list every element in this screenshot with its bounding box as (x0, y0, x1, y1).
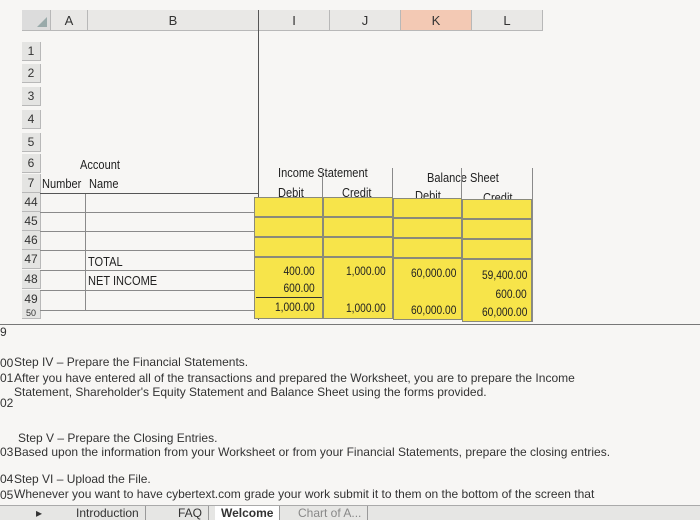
row-header-7[interactable]: 7 (22, 174, 41, 193)
grid-line (40, 212, 258, 213)
input-cell[interactable] (254, 237, 323, 257)
col-header-i[interactable]: I (259, 10, 330, 31)
row-header-47[interactable]: 47 (22, 250, 41, 269)
tab-introduction[interactable]: Introduction (70, 506, 146, 520)
sum-bs-credit: 60,000.00 (481, 305, 527, 319)
row-header-46[interactable]: 46 (22, 231, 41, 250)
row-number: 9 (0, 325, 7, 339)
total-is-credit: 1,000.00 (346, 264, 386, 278)
sum-line (256, 297, 322, 298)
input-cell[interactable] (393, 238, 462, 258)
balance-sheet-header: Balance Sheet (427, 170, 499, 185)
grid-line (40, 290, 258, 291)
total-label: TOTAL (88, 254, 123, 269)
row-header-6[interactable]: 6 (22, 154, 41, 173)
net-income-label: NET INCOME (88, 273, 158, 288)
sum-is-credit: 1,000.00 (346, 301, 386, 315)
row-header-49[interactable]: 49 (22, 290, 41, 309)
sum-bs-debit: 60,000.00 (410, 303, 456, 317)
input-cell[interactable] (254, 197, 323, 217)
total-bs-credit: 59,400.00 (481, 268, 527, 282)
col-header-b[interactable]: B (88, 10, 259, 31)
input-cell[interactable] (323, 237, 393, 257)
spreadsheet: A B I J K L 1 2 3 4 5 6 7 44 45 46 47 48… (0, 0, 700, 519)
step6-title: Step VI – Upload the File. (14, 472, 151, 486)
row-header-4[interactable]: 4 (22, 110, 41, 129)
row-header-44[interactable]: 44 (22, 193, 41, 212)
grid-line (0, 324, 700, 325)
step4-title: Step IV – Prepare the Financial Statemen… (14, 355, 249, 369)
sheet-tab-bar: ▸ Introduction FAQ Welcome Chart of A... (0, 505, 700, 520)
tab-chart-of-accounts[interactable]: Chart of A... (292, 506, 369, 520)
scroll-tabs-icon[interactable]: ▸ (30, 506, 48, 520)
total-is-debit: 400.00 (283, 264, 315, 278)
row-number: 02 (0, 396, 14, 410)
step6-line1: Whenever you want to have cybertext.com … (14, 487, 595, 501)
sum-is-debit: 1,000.00 (275, 300, 315, 314)
total-bs-debit: 60,000.00 (410, 266, 456, 280)
row-number: 05 (0, 488, 14, 502)
name-header: Name (89, 176, 119, 191)
ni-bs-credit: 600.00 (495, 287, 527, 301)
tab-welcome[interactable]: Welcome (215, 506, 281, 520)
col-header-j[interactable]: J (330, 10, 401, 31)
row-number: 01 (0, 371, 14, 385)
select-all-corner[interactable] (22, 10, 51, 31)
row-header-5[interactable]: 5 (22, 133, 41, 152)
step5-title: Step V – Prepare the Closing Entries. (18, 431, 218, 445)
grid-line (85, 193, 86, 311)
col-header-k[interactable]: K (401, 10, 472, 31)
step4-line1: After you have entered all of the transa… (14, 371, 575, 385)
input-cell[interactable] (462, 199, 532, 219)
grid-line (532, 168, 533, 322)
row-number: 03 (0, 445, 14, 459)
input-cell[interactable] (462, 239, 532, 259)
row-header-50[interactable]: 50 (22, 308, 41, 319)
step5-line1: Based upon the information from your Wor… (14, 445, 611, 459)
input-cell[interactable] (393, 218, 462, 238)
row-header-48[interactable]: 48 (22, 270, 41, 289)
tab-faq[interactable]: FAQ (172, 506, 210, 520)
row-header-45[interactable]: 45 (22, 212, 41, 231)
step4-line2: Statement, Shareholder's Equity Statemen… (14, 385, 487, 399)
grid-line (40, 270, 258, 271)
account-header: Account (80, 157, 120, 172)
input-cell[interactable] (323, 217, 393, 237)
col-header-a[interactable]: A (51, 10, 88, 31)
row-number: 04 (0, 472, 14, 486)
row-header-2[interactable]: 2 (22, 64, 41, 83)
row-number: 00 (0, 356, 14, 370)
input-cell[interactable] (393, 198, 462, 218)
grid-line (40, 193, 258, 194)
col-header-l[interactable]: L (472, 10, 543, 31)
input-cell[interactable] (254, 217, 323, 237)
grid-line (40, 250, 258, 251)
row-header-3[interactable]: 3 (22, 87, 41, 106)
number-header: Number (42, 176, 82, 191)
row-header-1[interactable]: 1 (22, 42, 41, 61)
ni-is-debit: 600.00 (283, 281, 315, 295)
grid-line (40, 231, 258, 232)
input-cell[interactable] (323, 197, 393, 217)
input-cell[interactable] (462, 219, 532, 239)
grid-line (40, 310, 258, 311)
